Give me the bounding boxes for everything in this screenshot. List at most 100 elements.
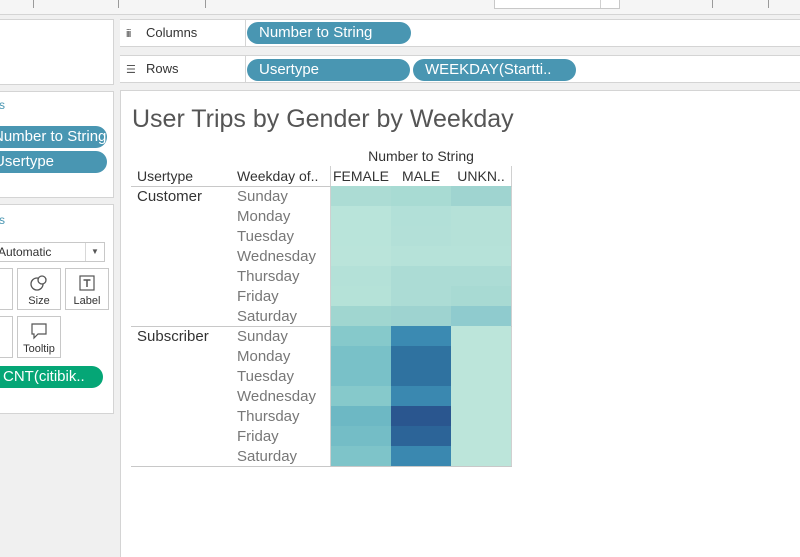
weekday-label: Wednesday: [237, 388, 316, 405]
weekday-label: Tuesday: [237, 368, 294, 385]
heatmap-cell[interactable]: [331, 406, 391, 426]
header-weekday: Weekday of..: [237, 168, 319, 184]
columns-icon: iii: [126, 28, 131, 40]
heatmap-cell[interactable]: [451, 286, 511, 306]
toolbar: [0, 0, 800, 15]
filters-panel: s Number to String Usertype: [0, 91, 114, 198]
rows-pill-usertype[interactable]: Usertype: [247, 59, 410, 81]
column-group-header: Number to String: [368, 148, 474, 164]
heatmap-cell[interactable]: [451, 426, 511, 446]
toolbar-dropdown[interactable]: [494, 0, 620, 9]
heatmap-cell[interactable]: [451, 226, 511, 246]
heatmap-cell[interactable]: [451, 186, 511, 206]
toolbar-separator: [33, 0, 34, 8]
heatmap-cell[interactable]: [331, 246, 391, 266]
group-label-subscriber: Subscriber: [137, 328, 209, 345]
label-button[interactable]: Label: [65, 268, 109, 310]
weekday-label: Friday: [237, 288, 279, 305]
weekday-label: Thursday: [237, 268, 300, 285]
heatmap-cell[interactable]: [391, 446, 451, 466]
view-title: User Trips by Gender by Weekday: [132, 105, 514, 133]
heatmap-cell[interactable]: [331, 206, 391, 226]
heatmap-cell[interactable]: [451, 406, 511, 426]
heatmap-cell[interactable]: [391, 226, 451, 246]
size-button[interactable]: Size: [17, 268, 61, 310]
grid-border: [511, 166, 512, 466]
heatmap-cell[interactable]: [391, 186, 451, 206]
header-col-unknown[interactable]: UNKN..: [451, 168, 511, 184]
heatmap-cell[interactable]: [331, 346, 391, 366]
heatmap-cell[interactable]: [391, 246, 451, 266]
header-col-female[interactable]: FEMALE: [331, 168, 391, 184]
columns-pill-number-to-string[interactable]: Number to String: [247, 22, 411, 44]
rows-pill-weekday[interactable]: WEEKDAY(Startti..: [413, 59, 576, 81]
rows-shelf[interactable]: ☰ Rows Usertype WEEKDAY(Startti..: [120, 55, 800, 83]
weekday-label: Saturday: [237, 308, 298, 325]
weekday-label: Tuesday: [237, 228, 294, 245]
heatmap-cell[interactable]: [391, 406, 451, 426]
heatmap-cell[interactable]: [331, 326, 391, 346]
columns-shelf[interactable]: iii Columns Number to String: [120, 19, 800, 47]
heatmap-cell[interactable]: [451, 266, 511, 286]
text-t-icon: [66, 273, 108, 295]
heatmap-cell[interactable]: [451, 246, 511, 266]
heatmap-cell[interactable]: [391, 346, 451, 366]
marks-panel: s Automatic ▼ Size Label Tooltip CNT(cit…: [0, 204, 114, 414]
toolbar-separator: [205, 0, 206, 8]
header-col-male[interactable]: MALE: [391, 168, 451, 184]
tooltip-label: Tooltip: [23, 343, 55, 355]
heatmap-cell[interactable]: [391, 206, 451, 226]
view-canvas: User Trips by Gender by Weekday Number t…: [120, 90, 800, 557]
heatmap-cell[interactable]: [331, 226, 391, 246]
heatmap-cell[interactable]: [331, 286, 391, 306]
columns-shelf-label: iii Columns: [126, 20, 197, 46]
heatmap-cell[interactable]: [331, 386, 391, 406]
heatmap-cell[interactable]: [451, 206, 511, 226]
header-usertype: Usertype: [137, 168, 194, 184]
heatmap-cell[interactable]: [391, 306, 451, 326]
detail-button[interactable]: [0, 316, 13, 358]
heatmap-cell[interactable]: [331, 266, 391, 286]
shelf-divider: [245, 20, 246, 46]
mark-type-value: Automatic: [0, 245, 52, 259]
heatmap-grid: [331, 186, 511, 466]
filters-title-fragment: s: [0, 98, 5, 112]
heatmap-cell[interactable]: [451, 306, 511, 326]
shelf-divider: [245, 56, 246, 82]
heatmap-cell[interactable]: [331, 366, 391, 386]
speech-bubble-icon: [18, 321, 60, 343]
heatmap-cell[interactable]: [451, 386, 511, 406]
heatmap-cell[interactable]: [451, 446, 511, 466]
weekday-label: Friday: [237, 428, 279, 445]
heatmap-cell[interactable]: [391, 266, 451, 286]
heatmap-cell[interactable]: [331, 186, 391, 206]
heatmap-cell[interactable]: [451, 346, 511, 366]
weekday-label: Saturday: [237, 448, 298, 465]
pages-panel: [0, 19, 114, 85]
size-icon: [18, 273, 60, 295]
toolbar-separator: [768, 0, 769, 8]
mark-type-dropdown[interactable]: Automatic ▼: [0, 242, 105, 262]
filter-pill-usertype[interactable]: Usertype: [0, 151, 107, 173]
heatmap-cell[interactable]: [391, 426, 451, 446]
color-button[interactable]: [0, 268, 13, 310]
heatmap-cell[interactable]: [331, 446, 391, 466]
tooltip-button[interactable]: Tooltip: [17, 316, 61, 358]
bottom-rule: [131, 466, 512, 467]
heatmap-cell[interactable]: [451, 366, 511, 386]
marks-pill-cnt[interactable]: CNT(citibik..: [0, 366, 103, 388]
toolbar-separator: [118, 0, 119, 8]
heatmap-cell[interactable]: [331, 426, 391, 446]
weekday-label: Sunday: [237, 188, 288, 205]
marks-title-fragment: s: [0, 213, 5, 227]
weekday-label: Monday: [237, 208, 291, 225]
heatmap-cell[interactable]: [391, 286, 451, 306]
heatmap-cell[interactable]: [391, 326, 451, 346]
toolbar-separator: [712, 0, 713, 8]
heatmap-cell[interactable]: [451, 326, 511, 346]
heatmap-cell[interactable]: [391, 386, 451, 406]
filter-pill-number-to-string[interactable]: Number to String: [0, 126, 107, 148]
label-label: Label: [73, 295, 101, 307]
heatmap-cell[interactable]: [391, 366, 451, 386]
heatmap-cell[interactable]: [331, 306, 391, 326]
